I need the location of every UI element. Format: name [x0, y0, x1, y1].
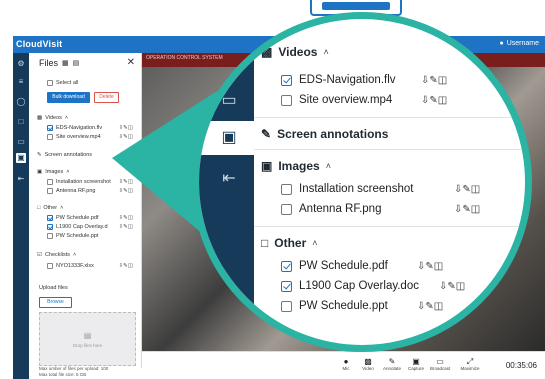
list-item[interactable]: EDS-Navigation.flv — [281, 74, 396, 86]
file-actions[interactable]: ⇩✎◫ — [421, 95, 447, 106]
file-actions[interactable]: ⇩✎◫ — [421, 75, 447, 86]
exit-icon[interactable]: ⇤ — [217, 167, 241, 191]
magnified-images-label: Images — [278, 159, 320, 173]
app-screen: CloudVisit ● Username ⚙ ≡ ◯ □ ▭ ▣ ⇤ File… — [0, 0, 545, 379]
file-checkbox[interactable] — [281, 203, 292, 215]
file-checkbox[interactable] — [281, 300, 292, 312]
file-name: Antenna RF.png — [299, 203, 382, 215]
magnified-section-screen-annotations[interactable]: ✎ Screen annotations — [261, 127, 388, 141]
magnified-section-images[interactable]: ▣ Images ˄ — [261, 159, 331, 173]
magnified-videos-label: Videos — [278, 45, 318, 59]
magnified-folder-tab[interactable]: ▣ — [199, 121, 254, 155]
magnified-section-videos[interactable]: ▩ Videos ˄ — [261, 45, 329, 59]
file-checkbox[interactable] — [281, 183, 292, 195]
video-camera-icon: ▩ — [261, 45, 273, 59]
document-icon: □ — [261, 236, 269, 250]
list-item[interactable]: Site overview.mp4 — [281, 94, 392, 106]
list-item[interactable]: L1900 Cap Overlay.doc — [281, 280, 419, 292]
file-checkbox[interactable] — [281, 74, 292, 86]
file-actions[interactable]: ⇩✎◫ — [454, 204, 480, 215]
file-actions[interactable]: ⇩✎◫ — [439, 281, 465, 292]
magnified-files-panel: ▭ ▣ ⇤ ▩ Videos ˄ EDS-Navigation.flv ⇩✎◫ … — [192, 12, 532, 352]
file-checkbox[interactable] — [281, 280, 292, 292]
file-name: EDS-Navigation.flv — [299, 74, 396, 86]
chevron-up-icon[interactable]: ˄ — [312, 238, 317, 248]
file-name: PW Schedule.pdf — [299, 260, 388, 272]
file-name: Site overview.mp4 — [299, 94, 393, 106]
chevron-up-icon[interactable]: ˄ — [323, 47, 328, 57]
pencil-icon: ✎ — [261, 127, 272, 141]
file-actions[interactable]: ⇩✎◫ — [454, 184, 480, 195]
image-icon: ▣ — [261, 159, 273, 173]
magnified-nav-rail: ▭ ▣ ⇤ — [199, 19, 254, 345]
divider — [254, 117, 525, 118]
list-item[interactable]: Installation screenshot — [281, 183, 413, 195]
file-name: L1900 Cap Overlay.doc — [299, 280, 419, 292]
list-item[interactable]: Antenna RF.png — [281, 203, 381, 215]
divider — [254, 226, 525, 227]
magnified-screen-annotations-label: Screen annotations — [277, 127, 389, 141]
file-checkbox[interactable] — [281, 260, 292, 272]
file-name: PW Schedule.ppt — [299, 300, 388, 312]
magnified-other-label: Other — [274, 236, 307, 250]
file-name: Installation screenshot — [299, 183, 414, 195]
list-item[interactable]: PW Schedule.ppt — [281, 300, 388, 312]
file-actions[interactable]: ⇩✎◫ — [417, 301, 443, 312]
divider — [254, 149, 525, 150]
magnified-section-other[interactable]: □ Other ˄ — [261, 236, 318, 250]
screen-share-icon[interactable]: ▭ — [217, 89, 241, 113]
chevron-up-icon[interactable]: ˄ — [326, 161, 331, 171]
file-actions[interactable]: ⇩✎◫ — [417, 261, 443, 272]
list-item[interactable]: PW Schedule.pdf — [281, 260, 388, 272]
folder-icon: ▣ — [221, 129, 237, 146]
file-checkbox[interactable] — [281, 94, 292, 106]
